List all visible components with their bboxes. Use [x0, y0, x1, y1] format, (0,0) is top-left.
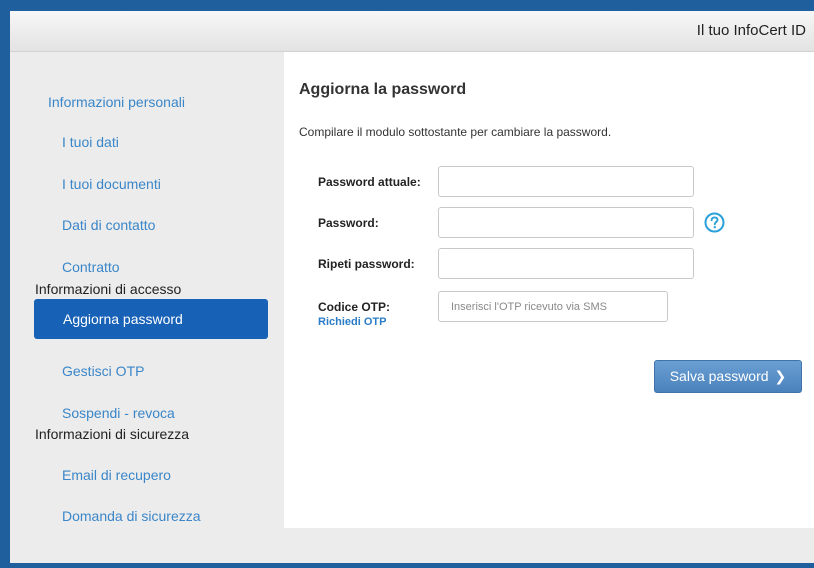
- main-panel: Aggiorna la password Compilare il modulo…: [284, 52, 814, 528]
- question-circle-icon[interactable]: [704, 212, 725, 233]
- save-password-label: Salva password: [669, 368, 769, 384]
- repeat-password-label: Ripeti password:: [318, 257, 415, 271]
- sidebar-item-informazioni-personali[interactable]: Informazioni personali: [48, 94, 185, 110]
- intro-text: Compilare il modulo sottostante per camb…: [299, 125, 612, 139]
- section-heading-accesso: Informazioni di accesso: [35, 281, 182, 297]
- save-password-button[interactable]: Salva password ❯: [654, 360, 802, 393]
- sidebar-item-contratto[interactable]: Contratto: [62, 259, 120, 275]
- sidebar-item-email-di-recupero[interactable]: Email di recupero: [62, 467, 171, 483]
- repeat-password-input[interactable]: [438, 248, 694, 279]
- app-frame: Il tuo InfoCert ID Informazioni personal…: [10, 11, 814, 563]
- sidebar-item-dati-di-contatto[interactable]: Dati di contatto: [62, 217, 155, 233]
- otp-code-label: Codice OTP:: [318, 300, 391, 314]
- password-label: Password:: [318, 216, 379, 230]
- sidebar-item-i-tuoi-documenti[interactable]: I tuoi documenti: [62, 176, 161, 192]
- password-input[interactable]: [438, 207, 694, 238]
- sidebar-item-gestisci-otp[interactable]: Gestisci OTP: [62, 363, 144, 379]
- app-title: Il tuo InfoCert ID: [696, 22, 806, 39]
- otp-code-input[interactable]: [438, 291, 668, 322]
- sidebar-item-domanda-di-sicurezza[interactable]: Domanda di sicurezza: [62, 508, 201, 524]
- sidebar-item-i-tuoi-dati[interactable]: I tuoi dati: [62, 134, 119, 150]
- current-password-input[interactable]: [438, 166, 694, 197]
- chevron-right-icon: ❯: [774, 368, 787, 384]
- request-otp-link[interactable]: Richiedi OTP: [318, 316, 386, 328]
- page-title: Aggiorna la password: [299, 81, 467, 98]
- sidebar-nav: Informazioni personali I tuoi dati I tuo…: [10, 52, 282, 563]
- top-bar: Il tuo InfoCert ID: [10, 11, 814, 52]
- section-heading-sicurezza: Informazioni di sicurezza: [35, 426, 190, 442]
- current-password-label: Password attuale:: [318, 175, 421, 189]
- sidebar-item-sospendi-revoca[interactable]: Sospendi - revoca: [62, 405, 175, 421]
- sidebar-item-aggiorna-password[interactable]: Aggiorna password: [34, 299, 268, 339]
